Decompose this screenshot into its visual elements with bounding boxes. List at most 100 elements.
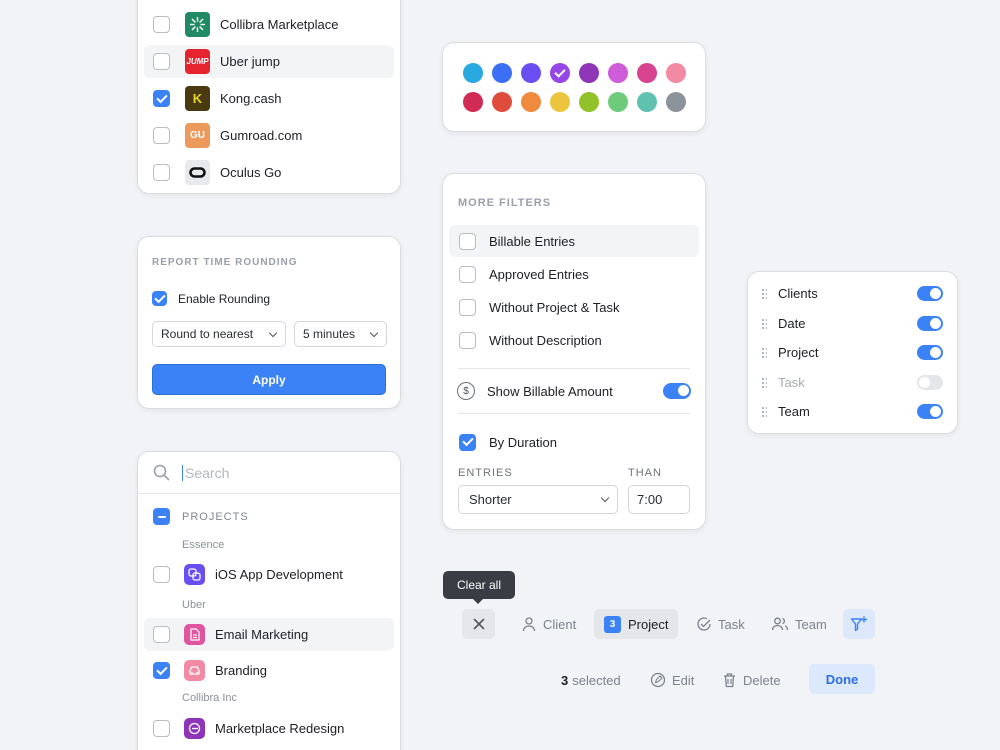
color-swatch[interactable]	[521, 92, 541, 112]
color-swatch[interactable]	[608, 92, 628, 112]
without-description-checkbox[interactable]	[459, 331, 476, 349]
drag-handle-icon[interactable]	[761, 376, 767, 388]
column-toggle[interactable]	[917, 315, 943, 331]
project-checkbox[interactable]	[153, 662, 170, 679]
projects-select-all-checkbox[interactable]	[153, 508, 170, 525]
drag-handle-icon[interactable]	[761, 317, 767, 329]
filter-without-description-row[interactable]: Without Description	[449, 324, 699, 356]
than-label: THAN	[628, 467, 662, 479]
by-duration-checkbox[interactable]	[459, 433, 476, 451]
clear-all-tooltip: Clear all	[443, 571, 515, 604]
app-row-uber-jump[interactable]: JUMP Uber jump	[144, 45, 394, 78]
color-swatch[interactable]	[521, 63, 541, 83]
group-label-collibra: Collibra Inc	[182, 692, 238, 704]
drag-handle-icon[interactable]	[761, 406, 767, 418]
color-swatch[interactable]	[666, 63, 686, 83]
app-checkbox[interactable]	[153, 164, 170, 181]
app-row-oculus[interactable]: Oculus Go	[144, 156, 394, 189]
color-swatch[interactable]	[492, 92, 512, 112]
column-row: Clients	[748, 279, 957, 308]
car-icon	[184, 660, 205, 681]
delete-button[interactable]: Delete	[722, 666, 781, 694]
task-filter-button[interactable]: Task	[696, 609, 745, 639]
task-label: Task	[718, 616, 745, 632]
clear-all-button[interactable]	[462, 609, 495, 639]
drag-handle-icon[interactable]	[761, 288, 767, 299]
filters-title: MORE FILTERS	[458, 197, 552, 209]
project-name: Marketplace Redesign	[215, 721, 345, 736]
enable-rounding-checkbox[interactable]	[152, 291, 167, 306]
entries-select[interactable]: Shorter	[458, 485, 618, 514]
apply-button[interactable]: Apply	[152, 364, 386, 395]
by-duration-row[interactable]: By Duration	[449, 426, 699, 458]
entries-label: ENTRIES	[458, 467, 513, 479]
round-mode-select[interactable]: Round to nearest	[152, 321, 286, 347]
column-row: Task	[748, 368, 957, 397]
app-checkbox[interactable]	[153, 127, 170, 144]
color-swatch[interactable]	[463, 92, 483, 112]
billable-checkbox[interactable]	[459, 232, 476, 250]
filter-approved-row[interactable]: Approved Entries	[449, 258, 699, 290]
column-toggle[interactable]	[917, 374, 943, 390]
more-filters-card: MORE FILTERS Billable Entries Approved E…	[442, 173, 706, 530]
project-row-marketplace[interactable]: Marketplace Redesign	[144, 712, 394, 745]
color-swatch[interactable]	[579, 63, 599, 83]
color-swatch[interactable]	[492, 63, 512, 83]
color-swatch[interactable]	[666, 92, 686, 112]
column-toggle[interactable]	[917, 345, 943, 361]
than-input[interactable]: 7:00	[628, 485, 690, 514]
team-label: Team	[795, 616, 827, 632]
color-swatch[interactable]	[637, 63, 657, 83]
project-checkbox[interactable]	[153, 626, 170, 643]
drag-handle-icon[interactable]	[761, 347, 767, 359]
approved-checkbox[interactable]	[459, 265, 476, 283]
app-checkbox[interactable]	[153, 53, 170, 70]
app-name: Uber jump	[220, 54, 280, 69]
app-row-kong-cash[interactable]: K Kong.cash	[144, 82, 394, 115]
document-icon	[184, 624, 205, 645]
client-filter-button[interactable]: Client	[521, 609, 576, 639]
color-swatch[interactable]	[550, 63, 570, 83]
add-filter-button[interactable]	[843, 609, 875, 639]
color-picker-card	[442, 42, 706, 132]
filter-billable-row[interactable]: Billable Entries	[449, 225, 699, 257]
project-filter-button[interactable]: 3 Project	[594, 609, 679, 639]
color-swatch[interactable]	[637, 92, 657, 112]
app-row-collibra[interactable]: Collibra Marketplace	[144, 8, 394, 41]
projects-header-label: PROJECTS	[182, 510, 249, 523]
round-minutes-select[interactable]: 5 minutes	[294, 321, 387, 347]
project-row-email[interactable]: Email Marketing	[144, 618, 394, 651]
color-swatch[interactable]	[579, 92, 599, 112]
color-swatch[interactable]	[463, 63, 483, 83]
app-row-gumroad[interactable]: GU Gumroad.com	[144, 119, 394, 152]
show-billable-toggle[interactable]	[663, 383, 691, 399]
project-row-ios[interactable]: iOS App Development	[144, 558, 394, 591]
column-toggle[interactable]	[917, 286, 943, 301]
edit-button[interactable]: Edit	[650, 666, 694, 694]
column-label: Team	[778, 404, 810, 420]
project-checkbox[interactable]	[153, 720, 170, 737]
project-row-branding[interactable]: Branding	[144, 654, 394, 687]
column-toggle[interactable]	[917, 404, 943, 420]
enable-rounding-row[interactable]: Enable Rounding	[152, 291, 270, 306]
trash-icon	[724, 673, 735, 688]
projects-header[interactable]: PROJECTS	[153, 508, 249, 525]
color-swatch[interactable]	[550, 92, 570, 112]
app-name: Collibra Marketplace	[220, 17, 339, 32]
color-swatch[interactable]	[608, 63, 628, 83]
search-row	[138, 452, 400, 494]
filter-without-project-row[interactable]: Without Project & Task	[449, 291, 699, 323]
time-rounding-card: REPORT TIME ROUNDING Enable Rounding Rou…	[137, 236, 401, 409]
group-label-uber: Uber	[182, 599, 206, 611]
selected-number: 3	[561, 672, 569, 688]
gumroad-logo-icon: GU	[185, 123, 210, 148]
done-button[interactable]: Done	[809, 664, 875, 694]
without-project-checkbox[interactable]	[459, 298, 476, 316]
app-checkbox[interactable]	[153, 90, 170, 107]
search-input[interactable]	[182, 464, 382, 481]
team-filter-button[interactable]: Team	[771, 609, 827, 639]
collibra-logo-icon	[185, 12, 210, 37]
round-minutes-value: 5 minutes	[303, 327, 356, 341]
app-checkbox[interactable]	[153, 16, 170, 33]
project-checkbox[interactable]	[153, 566, 170, 583]
